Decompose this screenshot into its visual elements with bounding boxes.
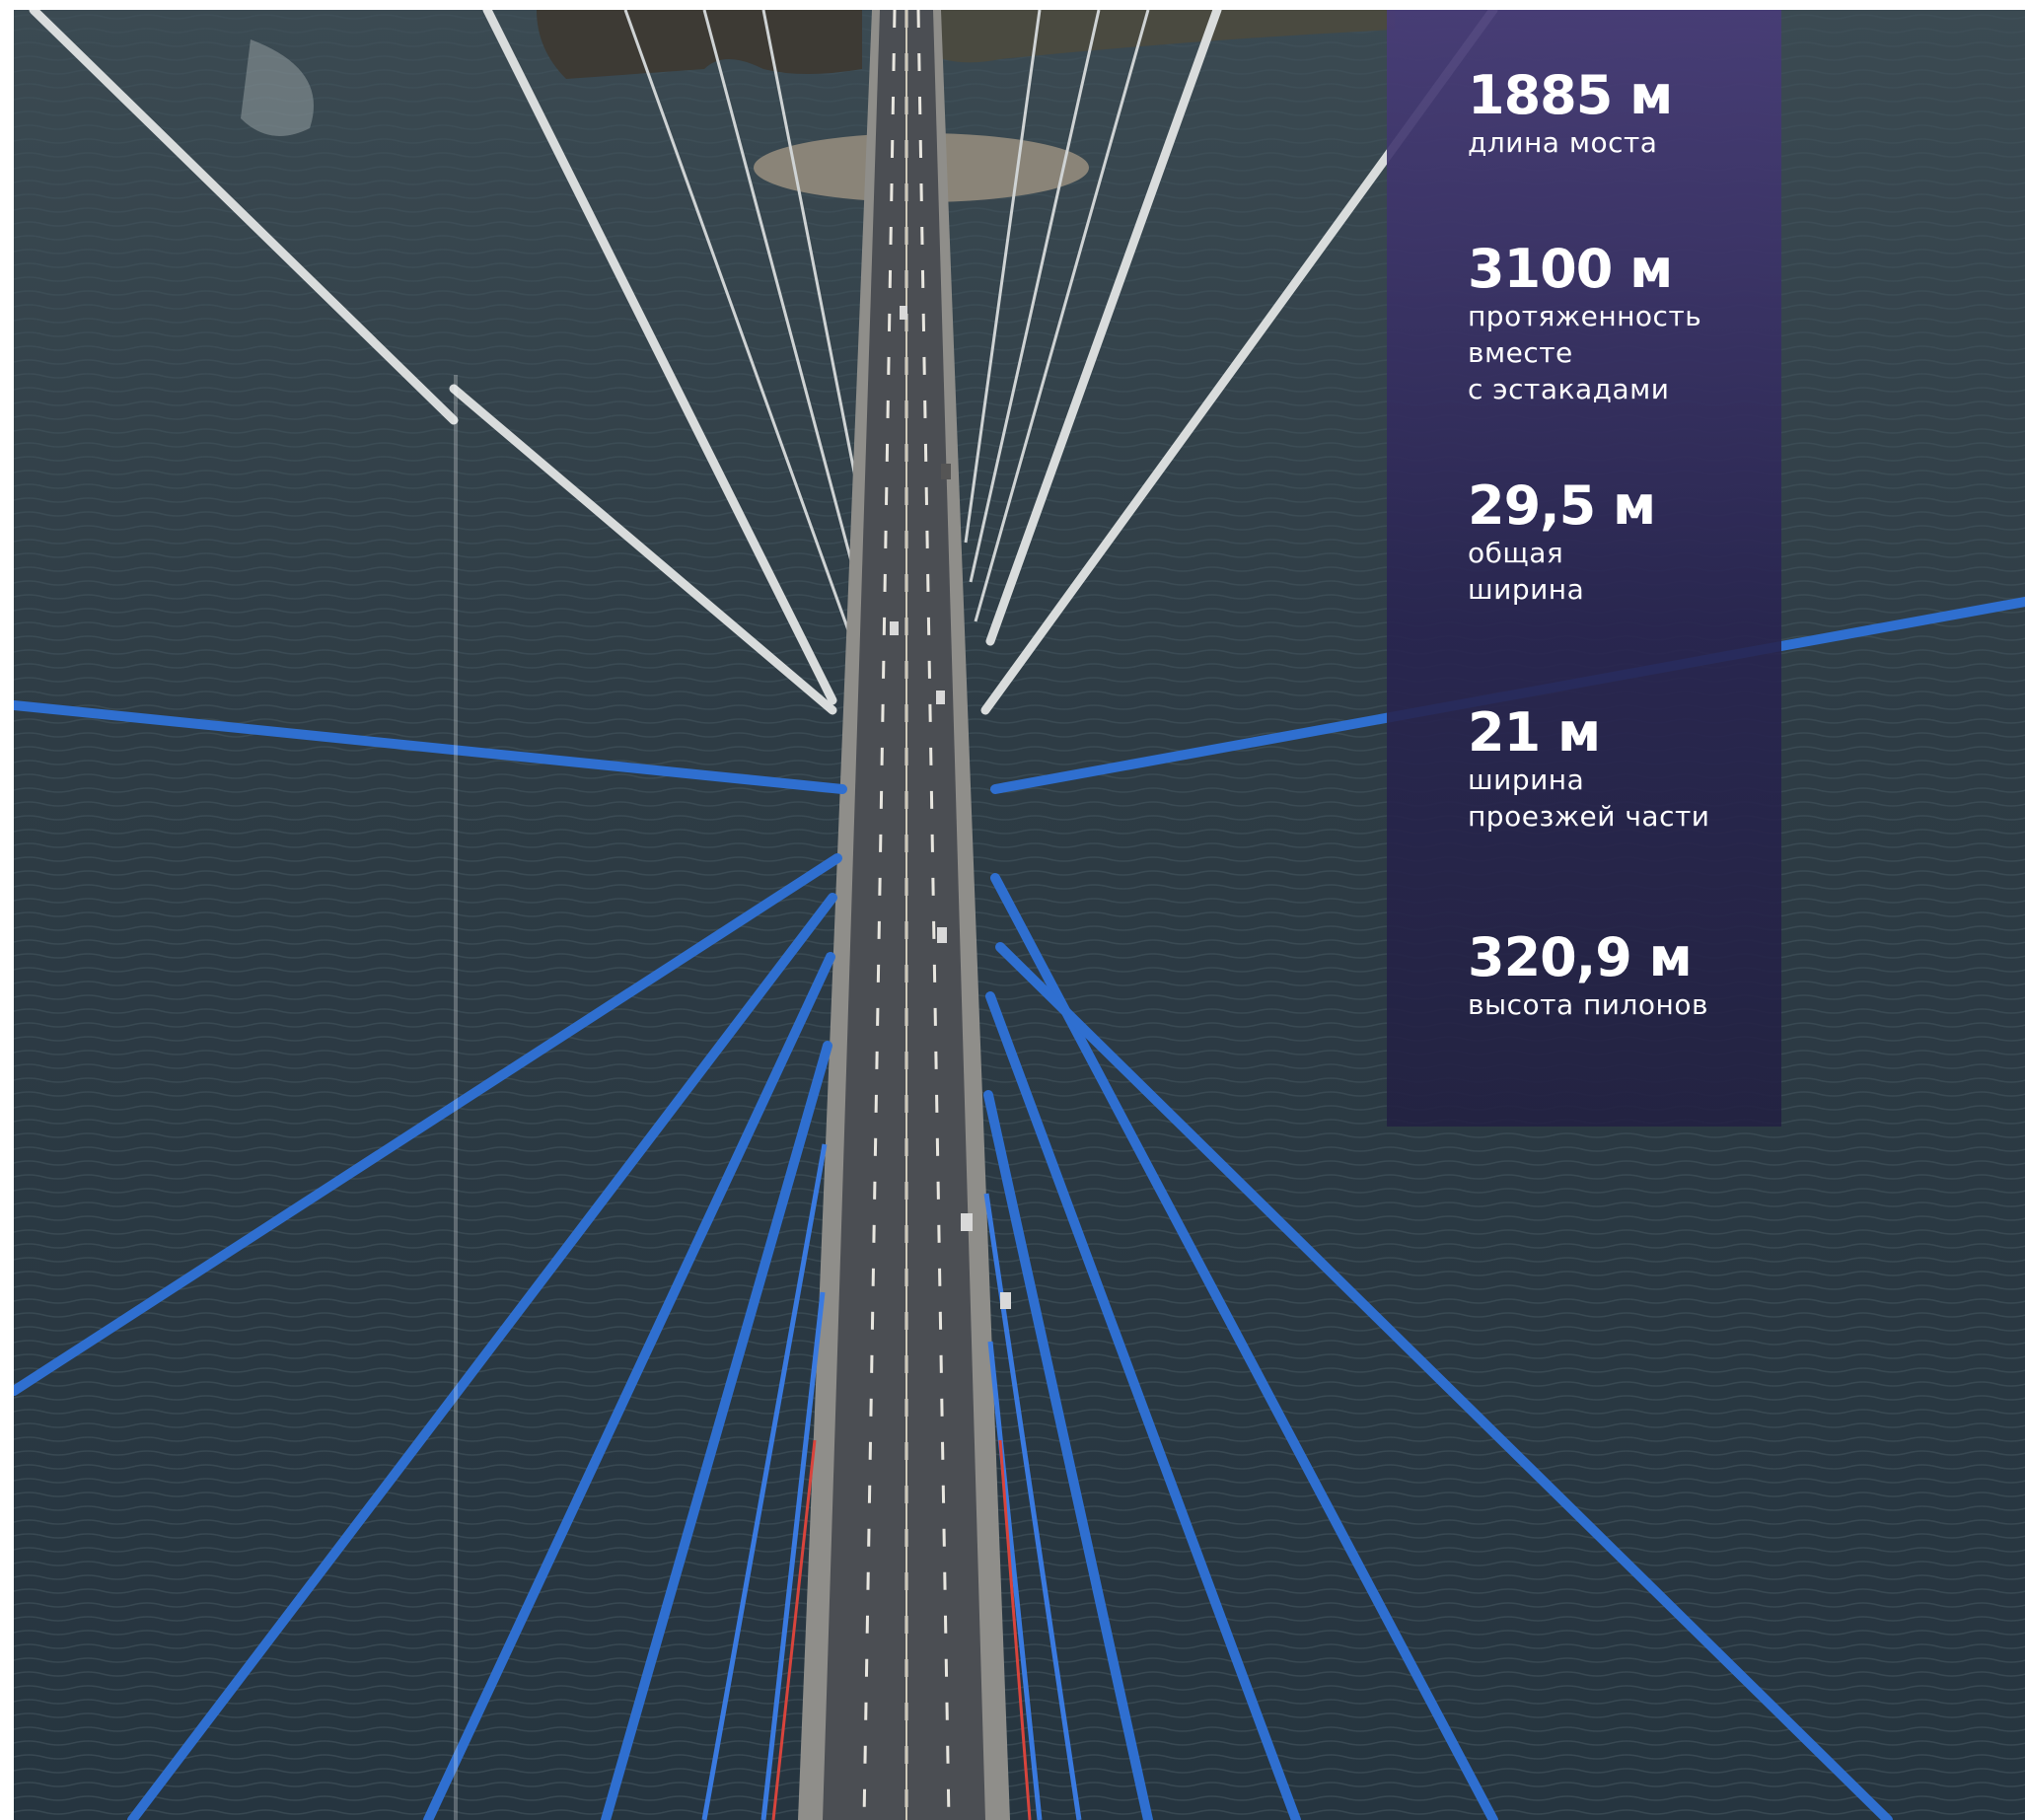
stat-value: 1885 м xyxy=(1468,64,1673,126)
bridge-stats-panel: 1885 м длина моста 3100 м протяженность … xyxy=(1387,10,1781,1127)
stat-total-width: 29,5 м общая ширина xyxy=(1468,474,1656,608)
stat-label: протяженность вместе с эстакадами xyxy=(1468,300,1702,405)
stat-label: общая ширина xyxy=(1468,537,1585,606)
stat-value: 320,9 м xyxy=(1468,926,1693,988)
stat-pylon-height: 320,9 м высота пилонов xyxy=(1468,929,1708,1023)
stat-label: ширина проезжей части xyxy=(1468,764,1710,833)
stat-label: высота пилонов xyxy=(1468,988,1708,1021)
stat-total-length: 3100 м протяженность вместе с эстакадами xyxy=(1468,241,1701,407)
stat-value: 29,5 м xyxy=(1468,474,1656,537)
stat-value: 21 м xyxy=(1468,701,1601,764)
shore-land xyxy=(537,10,862,79)
stat-label: длина моста xyxy=(1468,126,1658,159)
stat-roadway-width: 21 м ширина проезжей части xyxy=(1468,704,1709,835)
stat-value: 3100 м xyxy=(1468,238,1673,300)
stat-bridge-length: 1885 м длина моста xyxy=(1468,64,1673,161)
